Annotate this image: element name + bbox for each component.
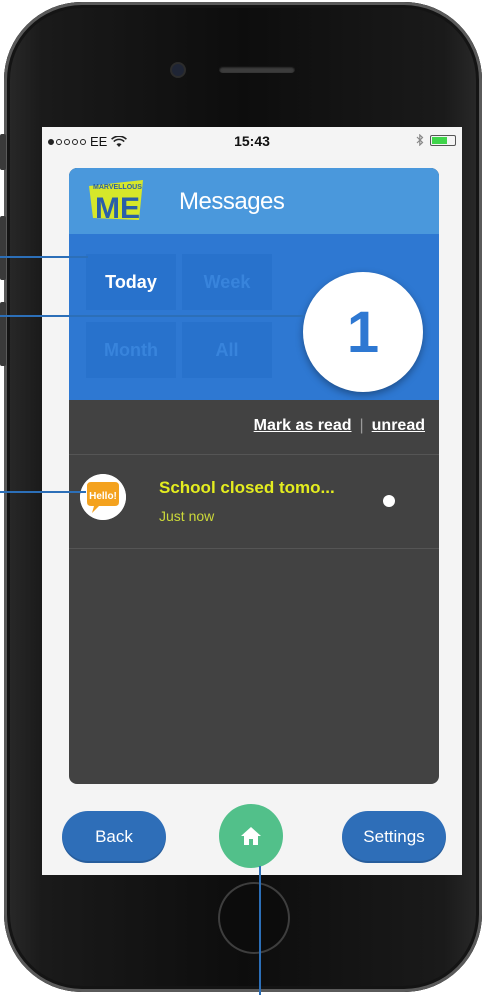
hello-bubble-icon: Hello!: [80, 474, 126, 520]
callout-line-filters: [0, 256, 88, 258]
callout-line-home: [259, 866, 261, 995]
unread-indicator: [383, 495, 395, 507]
filter-week-button[interactable]: Week: [182, 254, 272, 310]
app-header: MARVELLOUS ME Messages: [69, 168, 439, 234]
home-button[interactable]: [219, 804, 283, 868]
divider: [69, 548, 439, 549]
status-time: 15:43: [234, 133, 270, 149]
mark-separator: |: [359, 417, 364, 434]
filter-today-button[interactable]: Today: [86, 254, 176, 310]
home-icon: [241, 827, 261, 845]
mute-switch: [0, 134, 6, 170]
mark-row: Mark as read | unread: [69, 400, 439, 454]
front-camera: [172, 64, 184, 76]
messages-card: MARVELLOUS ME Messages Today Week Month …: [69, 168, 439, 784]
status-bar: EE 15:43: [42, 127, 462, 157]
svg-text:ME: ME: [95, 192, 140, 222]
message-time: Just now: [159, 508, 215, 524]
bottom-bar: Back Settings: [42, 799, 462, 875]
battery-icon: [430, 134, 456, 146]
callout-line-message: [0, 491, 86, 493]
mark-unread-link[interactable]: unread: [372, 417, 425, 434]
filter-month-button[interactable]: Month: [86, 322, 176, 378]
marvellous-me-logo: MARVELLOUS ME: [89, 180, 143, 222]
volume-up-button: [0, 216, 6, 280]
mark-as-read-link[interactable]: Mark as read: [254, 417, 352, 434]
message-list-item[interactable]: Hello! School closed tomo... Just now: [69, 454, 439, 548]
settings-button[interactable]: Settings: [342, 811, 446, 863]
message-title: School closed tomo...: [159, 478, 335, 497]
volume-down-button: [0, 302, 6, 366]
svg-text:Hello!: Hello!: [89, 491, 117, 502]
page-title: Messages: [179, 188, 285, 215]
earpiece-speaker: [219, 66, 295, 73]
status-right: [416, 134, 456, 146]
svg-text:MARVELLOUS: MARVELLOUS: [93, 184, 142, 191]
back-button[interactable]: Back: [62, 811, 166, 863]
mark-links: Mark as read | unread: [254, 417, 425, 435]
bluetooth-icon: [416, 134, 424, 146]
message-count-badge: 1: [303, 272, 423, 392]
callout-line-count: [0, 315, 305, 317]
app-screen: EE 15:43 MARVELLOUS ME Messages Today We…: [42, 127, 462, 875]
filter-all-button[interactable]: All: [182, 322, 272, 378]
phone-home-key: [218, 882, 290, 954]
filter-area: Today Week Month All 1: [69, 234, 439, 400]
